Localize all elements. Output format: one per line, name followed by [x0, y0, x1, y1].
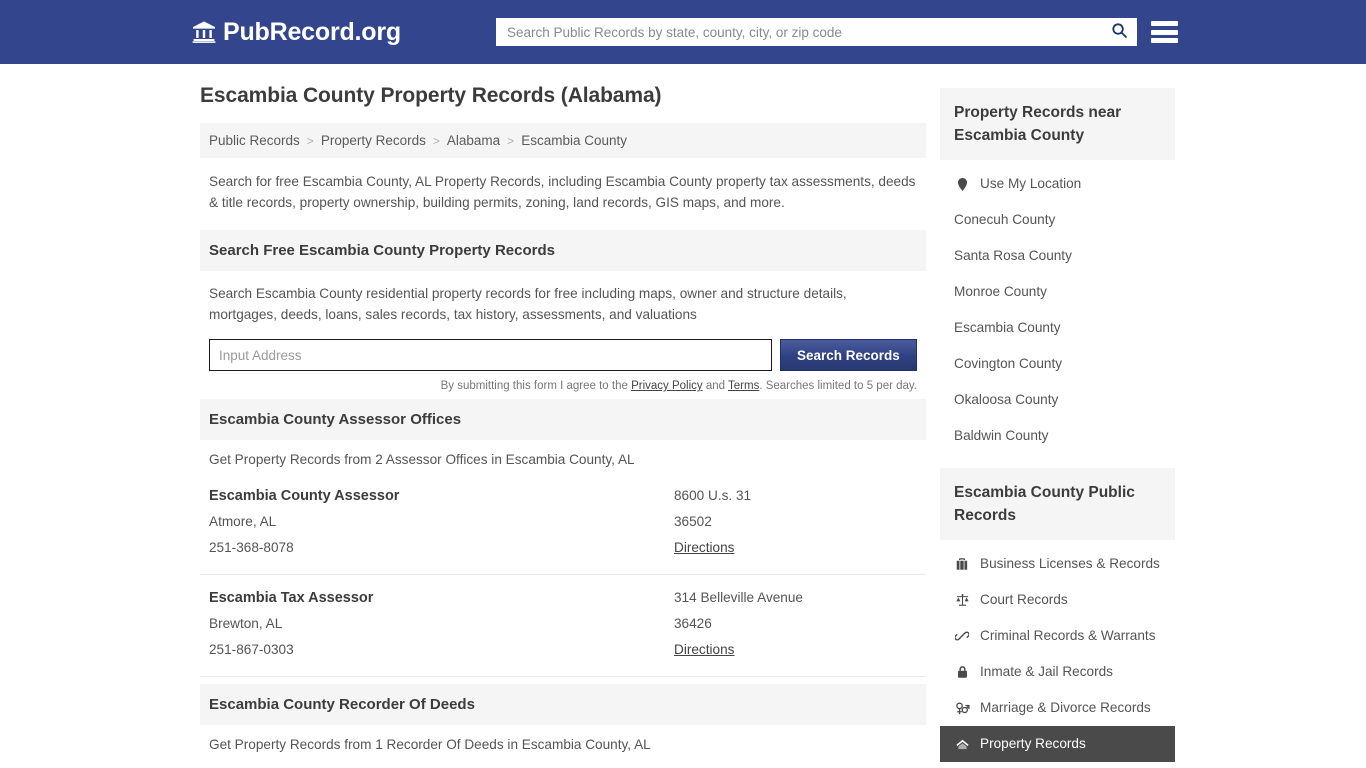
sidebar-item-label: Inmate & Jail Records [980, 664, 1113, 679]
sidebar-item-label: Court Records [980, 592, 1068, 607]
office-phone: 251-867-0303 [209, 642, 294, 657]
sidebar-item-label: Property Records [980, 736, 1086, 751]
search-icon [1111, 22, 1128, 42]
breadcrumb-separator: > [306, 133, 314, 148]
terms-link[interactable]: Terms [728, 380, 759, 392]
breadcrumb-separator: > [432, 133, 440, 148]
recorder-section-heading: Escambia County Recorder Of Deeds [200, 684, 926, 725]
breadcrumb: Public Records > Property Records > Alab… [200, 123, 926, 158]
balance-scale-icon [954, 592, 970, 608]
bank-icon [192, 20, 216, 44]
page-body: Escambia County Property Records (Alabam… [0, 64, 1366, 762]
sidebar-item-label: Monroe County [954, 284, 1047, 299]
office-address: 314 Belleville Avenue 36426 Directions [674, 585, 917, 663]
office-details: Escambia County Assessor Atmore, AL 251-… [209, 483, 674, 561]
site-header: PubRecord.org [0, 0, 1366, 64]
sidebar-item-santa-rosa-county[interactable]: Santa Rosa County [940, 238, 1175, 274]
office-city-state: Atmore, AL [209, 514, 277, 529]
sidebar-item-label: Marriage & Divorce Records [980, 700, 1151, 715]
venus-mars-icon [954, 700, 970, 716]
office-zip: 36426 [674, 616, 712, 631]
breadcrumb-item-escambia-county[interactable]: Escambia County [521, 133, 627, 148]
public-records-heading: Escambia County Public Records [940, 468, 1175, 540]
office-address: 8600 U.s. 31 36502 Directions [674, 483, 917, 561]
search-section-description: Search Escambia County residential prope… [209, 286, 847, 322]
search-input[interactable] [497, 19, 1102, 45]
page-intro-text: Search for free Escambia County, AL Prop… [209, 174, 916, 210]
nearby-records-list: Use My Location Conecuh County Santa Ros… [940, 160, 1175, 454]
sidebar-item-label: Santa Rosa County [954, 248, 1072, 263]
sidebar-item-covington-county[interactable]: Covington County [940, 346, 1175, 382]
disclaimer-prefix: By submitting this form I agree to the [440, 380, 632, 392]
breadcrumb-item-alabama[interactable]: Alabama [447, 133, 500, 148]
office-name: Escambia County Assessor [209, 488, 400, 504]
nearby-records-heading: Property Records near Escambia County [940, 88, 1175, 160]
sidebar-item-label: Covington County [954, 356, 1063, 371]
office-street: 314 Belleville Avenue [674, 590, 803, 605]
office-details: Escambia Tax Assessor Brewton, AL 251-86… [209, 585, 674, 663]
sidebar-item-use-my-location[interactable]: Use My Location [940, 166, 1175, 202]
search-section-heading: Search Free Escambia County Property Rec… [200, 230, 926, 271]
disclaimer-suffix: . Searches limited to 5 per day. [759, 380, 917, 392]
lock-icon [954, 664, 970, 680]
search-submit-button[interactable] [1102, 19, 1136, 45]
hamburger-bar [1151, 38, 1178, 43]
address-search-form: Search Records [200, 335, 926, 371]
office-phone: 251-368-8078 [209, 540, 294, 555]
disclaimer-middle: and [702, 380, 729, 392]
sidebar-item-monroe-county[interactable]: Monroe County [940, 274, 1175, 310]
address-input[interactable] [209, 339, 772, 371]
briefcase-icon [954, 556, 970, 572]
page-title: Escambia County Property Records (Alabam… [200, 84, 662, 107]
assessor-section-heading: Escambia County Assessor Offices [200, 399, 926, 440]
office-street: 8600 U.s. 31 [674, 488, 752, 503]
hamburger-bar [1151, 29, 1178, 35]
office-zip: 36502 [674, 514, 712, 529]
sidebar-item-court-records[interactable]: Court Records [940, 582, 1175, 618]
sidebar-item-label: Baldwin County [954, 428, 1049, 443]
sidebar-item-label: Criminal Records & Warrants [980, 628, 1156, 643]
breadcrumb-item-public-records[interactable]: Public Records [209, 133, 300, 148]
sidebar-item-inmate-jail-records[interactable]: Inmate & Jail Records [940, 654, 1175, 690]
nearby-records-block: Property Records near Escambia County Us… [940, 88, 1175, 454]
public-records-list: Business Licenses & Records Court Record… [940, 540, 1175, 762]
house-icon [954, 736, 970, 752]
sidebar-item-label: Conecuh County [954, 212, 1056, 227]
sidebar-item-baldwin-county[interactable]: Baldwin County [940, 418, 1175, 454]
sidebar: Property Records near Escambia County Us… [940, 88, 1175, 762]
breadcrumb-separator: > [507, 133, 515, 148]
sidebar-item-label: Okaloosa County [954, 392, 1059, 407]
map-pin-icon [954, 176, 970, 192]
brand-name: PubRecord.org [223, 17, 401, 46]
form-disclaimer: By submitting this form I agree to the P… [200, 371, 926, 392]
search-records-button[interactable]: Search Records [779, 339, 917, 371]
hamburger-menu-icon[interactable] [1151, 19, 1178, 45]
sidebar-item-label: Escambia County [954, 320, 1061, 335]
breadcrumb-item-property-records[interactable]: Property Records [321, 133, 426, 148]
table-row: Escambia Tax Assessor Brewton, AL 251-86… [200, 575, 926, 677]
brand-logo-link[interactable]: PubRecord.org [192, 18, 401, 47]
sidebar-item-okaloosa-county[interactable]: Okaloosa County [940, 382, 1175, 418]
privacy-policy-link[interactable]: Privacy Policy [631, 380, 703, 392]
sidebar-item-criminal-records[interactable]: Criminal Records & Warrants [940, 618, 1175, 654]
hamburger-bar [1151, 21, 1178, 26]
sidebar-item-business-licenses[interactable]: Business Licenses & Records [940, 546, 1175, 582]
table-row: Escambia County Assessor Atmore, AL 251-… [200, 473, 926, 575]
sidebar-item-escambia-county[interactable]: Escambia County [940, 310, 1175, 346]
sidebar-item-conecuh-county[interactable]: Conecuh County [940, 202, 1175, 238]
directions-link[interactable]: Directions [674, 535, 734, 561]
recorder-section-note: Get Property Records from 1 Recorder Of … [209, 737, 651, 752]
office-name: Escambia Tax Assessor [209, 590, 374, 606]
handcuffs-icon [954, 628, 970, 644]
office-city-state: Brewton, AL [209, 616, 283, 631]
directions-link[interactable]: Directions [674, 637, 734, 663]
header-search-bar [496, 18, 1137, 46]
sidebar-item-label: Business Licenses & Records [980, 556, 1160, 571]
public-records-block: Escambia County Public Records Business … [940, 468, 1175, 762]
sidebar-item-label: Use My Location [980, 176, 1082, 191]
main-content: Escambia County Property Records (Alabam… [200, 84, 926, 762]
sidebar-item-property-records[interactable]: Property Records [940, 726, 1175, 762]
assessor-section-note: Get Property Records from 2 Assessor Off… [209, 452, 635, 467]
sidebar-item-marriage-divorce-records[interactable]: Marriage & Divorce Records [940, 690, 1175, 726]
